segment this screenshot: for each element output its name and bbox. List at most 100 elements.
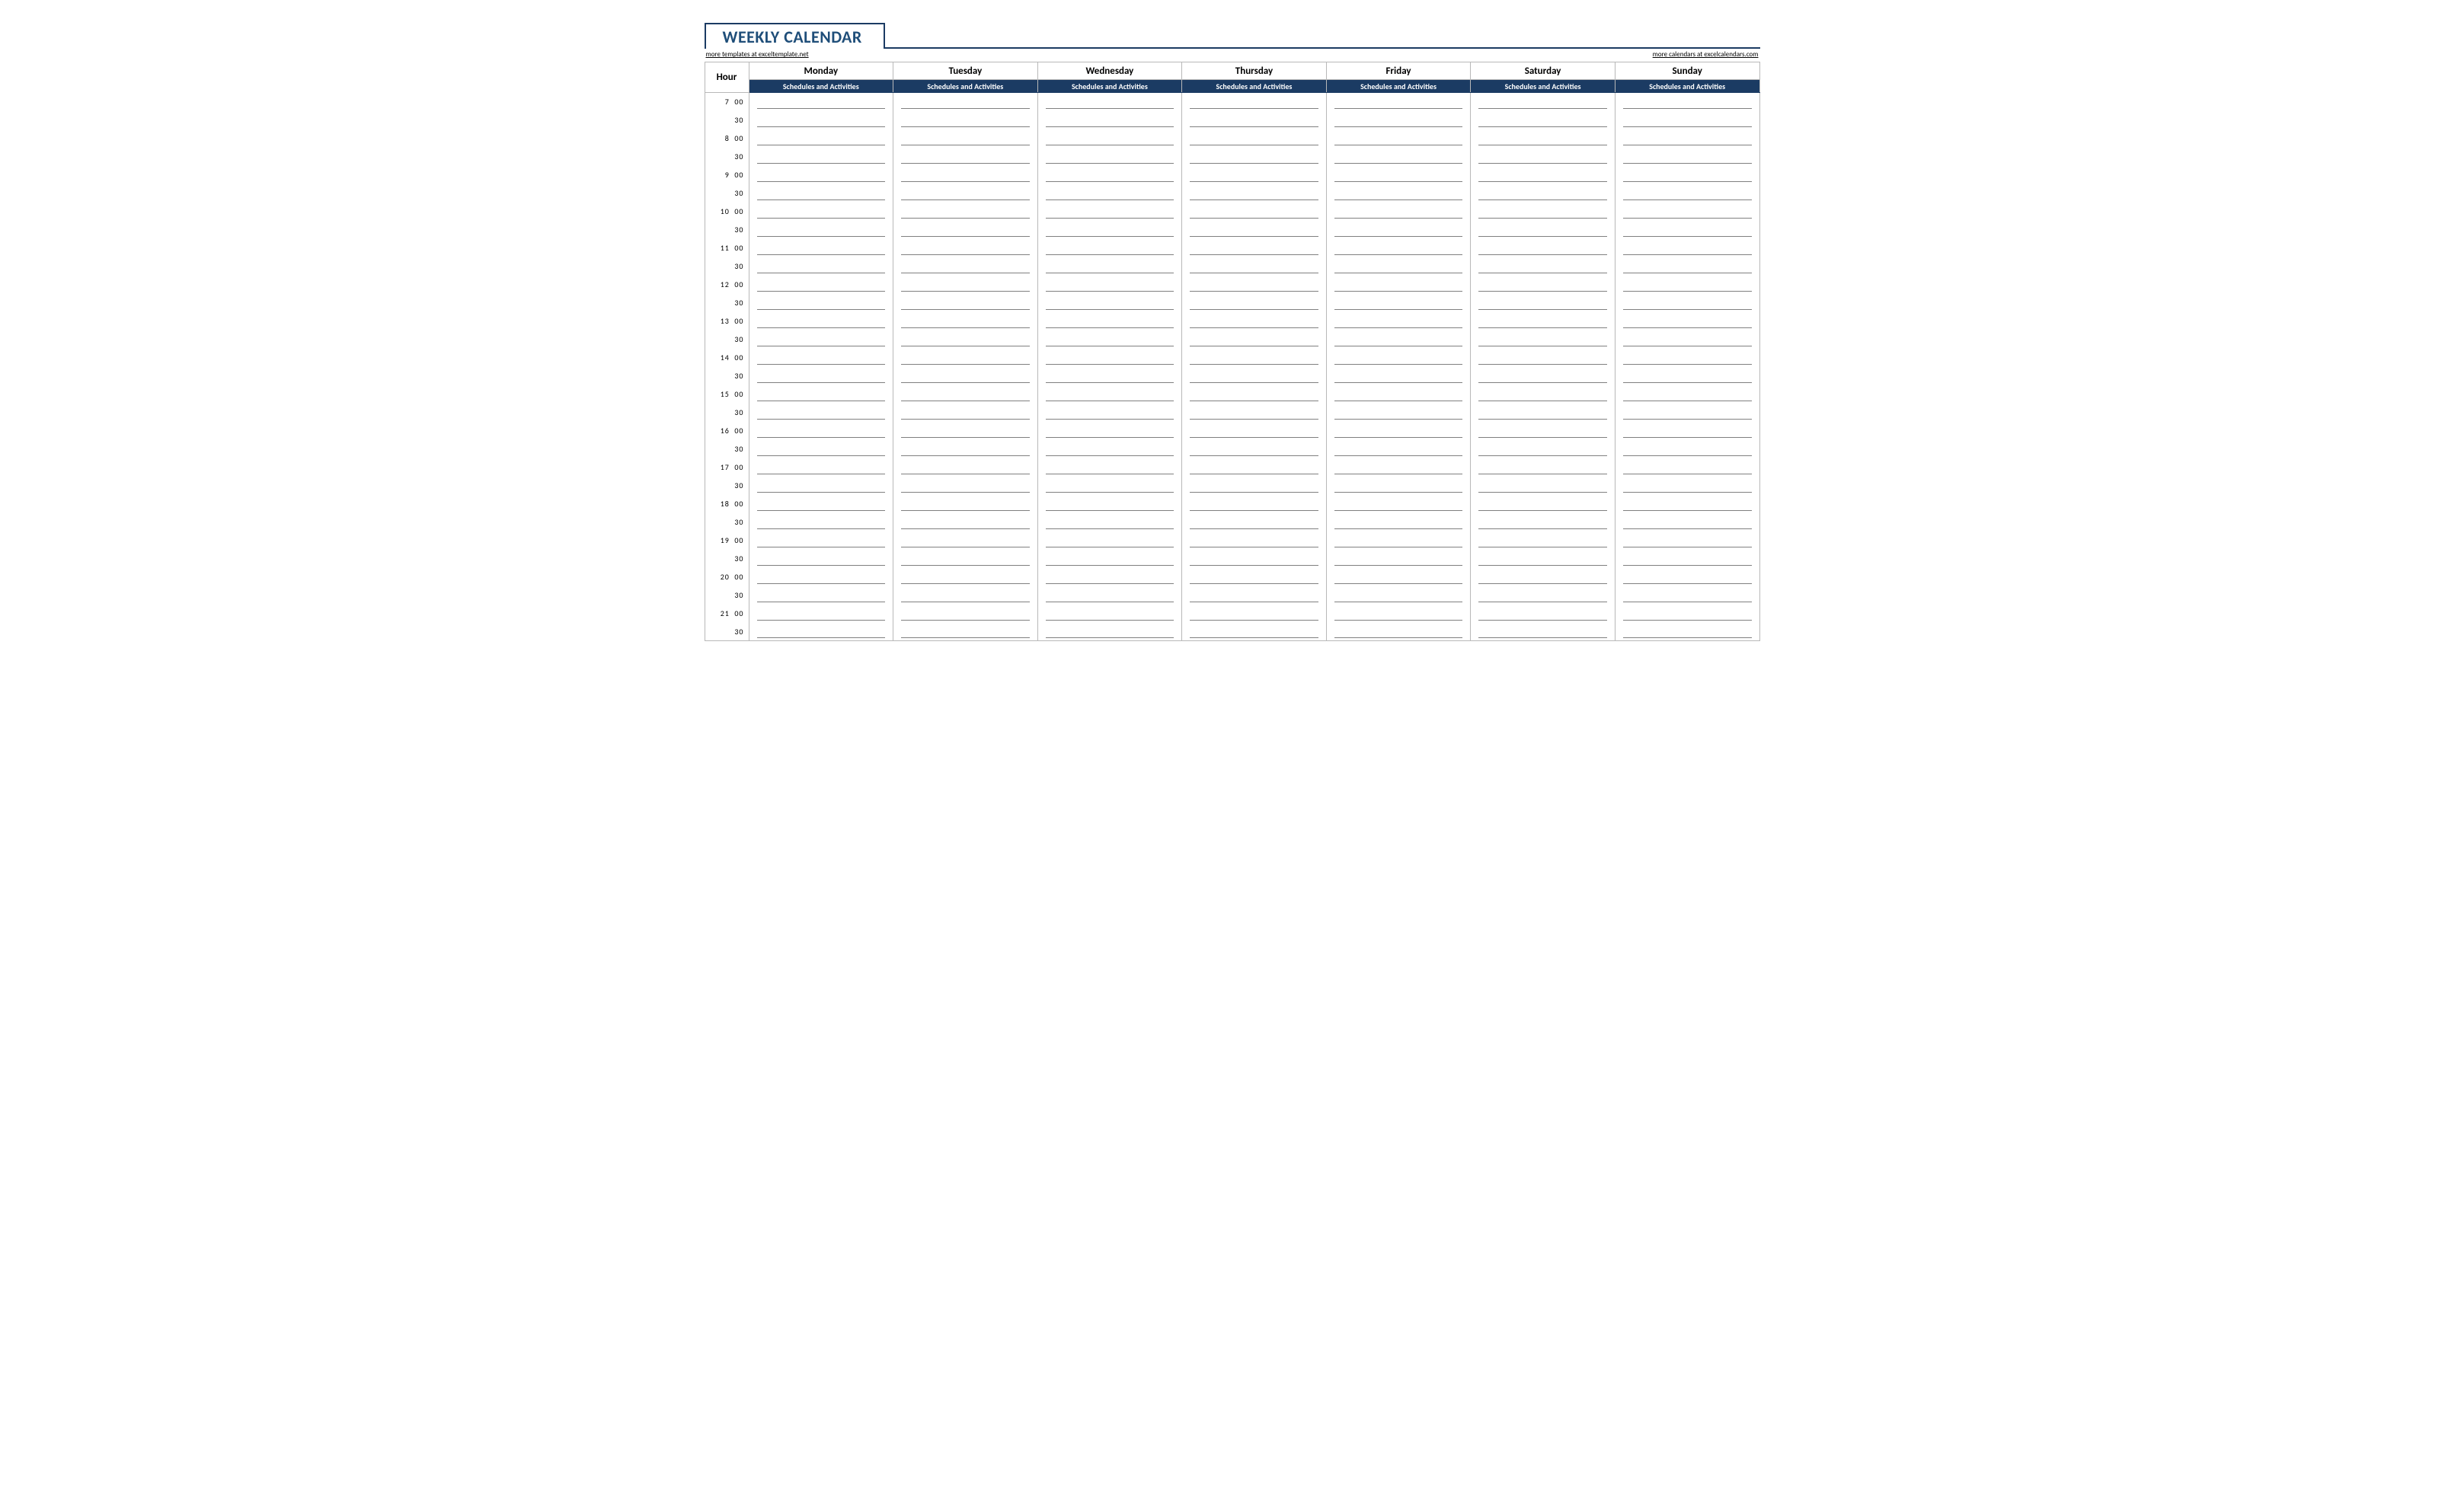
schedule-slot[interactable] (1037, 550, 1182, 568)
schedule-slot[interactable] (1615, 422, 1759, 440)
schedule-slot[interactable] (1326, 404, 1471, 422)
schedule-slot[interactable] (1182, 93, 1327, 111)
schedule-slot[interactable] (1615, 385, 1759, 404)
schedule-slot[interactable] (1615, 568, 1759, 586)
schedule-slot[interactable] (893, 203, 1038, 221)
schedule-slot[interactable] (1037, 422, 1182, 440)
schedule-slot[interactable] (1471, 203, 1616, 221)
schedule-slot[interactable] (1182, 458, 1327, 477)
schedule-slot[interactable] (1471, 477, 1616, 495)
schedule-slot[interactable] (1471, 93, 1616, 111)
schedule-slot[interactable] (1326, 276, 1471, 294)
schedule-slot[interactable] (1037, 568, 1182, 586)
schedule-slot[interactable] (749, 111, 893, 129)
schedule-slot[interactable] (1615, 586, 1759, 605)
schedule-slot[interactable] (893, 495, 1038, 513)
schedule-slot[interactable] (1182, 239, 1327, 257)
schedule-slot[interactable] (1037, 239, 1182, 257)
schedule-slot[interactable] (1326, 422, 1471, 440)
schedule-slot[interactable] (1182, 203, 1327, 221)
schedule-slot[interactable] (1037, 111, 1182, 129)
schedule-slot[interactable] (1326, 385, 1471, 404)
schedule-slot[interactable] (1182, 404, 1327, 422)
schedule-slot[interactable] (1037, 184, 1182, 203)
schedule-slot[interactable] (893, 312, 1038, 330)
schedule-slot[interactable] (893, 605, 1038, 623)
schedule-slot[interactable] (893, 349, 1038, 367)
schedule-slot[interactable] (1182, 330, 1327, 349)
schedule-slot[interactable] (893, 257, 1038, 276)
schedule-slot[interactable] (1326, 148, 1471, 166)
schedule-slot[interactable] (1326, 605, 1471, 623)
schedule-slot[interactable] (1615, 203, 1759, 221)
schedule-slot[interactable] (1326, 531, 1471, 550)
schedule-slot[interactable] (1471, 166, 1616, 184)
schedule-slot[interactable] (1615, 367, 1759, 385)
schedule-slot[interactable] (1615, 129, 1759, 148)
schedule-slot[interactable] (893, 93, 1038, 111)
schedule-slot[interactable] (1037, 531, 1182, 550)
schedule-slot[interactable] (1615, 276, 1759, 294)
schedule-slot[interactable] (749, 495, 893, 513)
schedule-slot[interactable] (1471, 440, 1616, 458)
schedule-slot[interactable] (1615, 440, 1759, 458)
schedule-slot[interactable] (1471, 294, 1616, 312)
schedule-slot[interactable] (1182, 221, 1327, 239)
schedule-slot[interactable] (1182, 495, 1327, 513)
schedule-slot[interactable] (1471, 148, 1616, 166)
schedule-slot[interactable] (1615, 513, 1759, 531)
schedule-slot[interactable] (1471, 422, 1616, 440)
schedule-slot[interactable] (749, 568, 893, 586)
schedule-slot[interactable] (1182, 349, 1327, 367)
schedule-slot[interactable] (1037, 257, 1182, 276)
schedule-slot[interactable] (1471, 184, 1616, 203)
schedule-slot[interactable] (1471, 531, 1616, 550)
schedule-slot[interactable] (749, 385, 893, 404)
schedule-slot[interactable] (1182, 111, 1327, 129)
schedule-slot[interactable] (893, 458, 1038, 477)
schedule-slot[interactable] (1471, 111, 1616, 129)
schedule-slot[interactable] (1326, 257, 1471, 276)
schedule-slot[interactable] (749, 129, 893, 148)
schedule-slot[interactable] (1182, 129, 1327, 148)
schedule-slot[interactable] (1182, 531, 1327, 550)
schedule-slot[interactable] (749, 367, 893, 385)
schedule-slot[interactable] (893, 111, 1038, 129)
schedule-slot[interactable] (893, 531, 1038, 550)
schedule-slot[interactable] (1037, 440, 1182, 458)
schedule-slot[interactable] (1471, 550, 1616, 568)
schedule-slot[interactable] (1182, 422, 1327, 440)
schedule-slot[interactable] (1471, 312, 1616, 330)
schedule-slot[interactable] (1182, 276, 1327, 294)
schedule-slot[interactable] (1326, 294, 1471, 312)
schedule-slot[interactable] (893, 330, 1038, 349)
schedule-slot[interactable] (1182, 623, 1327, 641)
schedule-slot[interactable] (1615, 184, 1759, 203)
schedule-slot[interactable] (1615, 312, 1759, 330)
schedule-slot[interactable] (893, 221, 1038, 239)
schedule-slot[interactable] (1471, 623, 1616, 641)
schedule-slot[interactable] (893, 404, 1038, 422)
schedule-slot[interactable] (1326, 330, 1471, 349)
schedule-slot[interactable] (1326, 458, 1471, 477)
schedule-slot[interactable] (1182, 257, 1327, 276)
schedule-slot[interactable] (1037, 93, 1182, 111)
schedule-slot[interactable] (1037, 221, 1182, 239)
schedule-slot[interactable] (1037, 312, 1182, 330)
schedule-slot[interactable] (1615, 550, 1759, 568)
schedule-slot[interactable] (1471, 367, 1616, 385)
schedule-slot[interactable] (1037, 513, 1182, 531)
schedule-slot[interactable] (1037, 458, 1182, 477)
schedule-slot[interactable] (1471, 568, 1616, 586)
schedule-slot[interactable] (1037, 294, 1182, 312)
schedule-slot[interactable] (1326, 221, 1471, 239)
schedule-slot[interactable] (749, 93, 893, 111)
schedule-slot[interactable] (1326, 623, 1471, 641)
schedule-slot[interactable] (749, 586, 893, 605)
schedule-slot[interactable] (1037, 586, 1182, 605)
schedule-slot[interactable] (1326, 440, 1471, 458)
schedule-slot[interactable] (1615, 531, 1759, 550)
schedule-slot[interactable] (1471, 257, 1616, 276)
left-link[interactable]: more templates at exceltemplate.net (706, 50, 809, 59)
schedule-slot[interactable] (1326, 568, 1471, 586)
